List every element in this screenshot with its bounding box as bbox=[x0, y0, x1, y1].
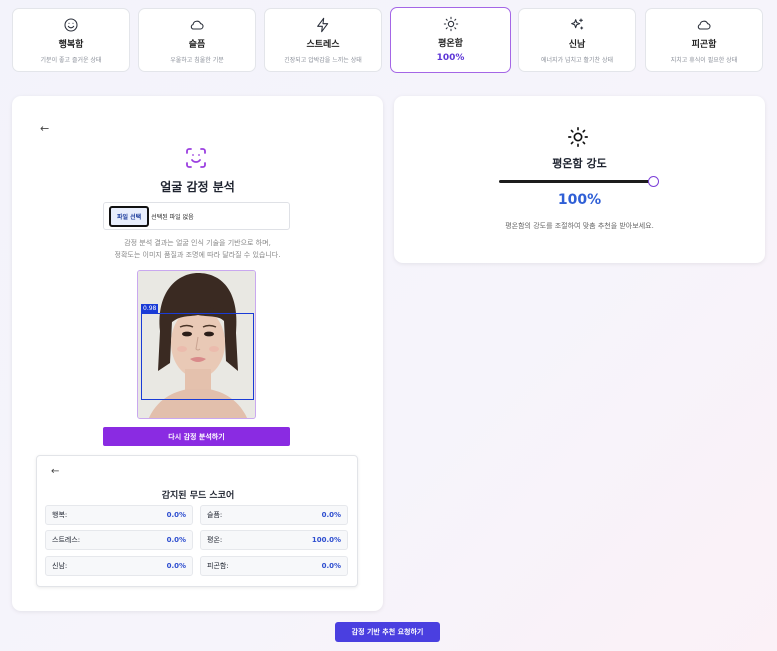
reanalyze-button[interactable]: 다시 감정 분석하기 bbox=[103, 427, 290, 446]
mood-name: 슬픔 bbox=[188, 40, 206, 50]
file-upload-field: 파일 선택 선택된 파일 없음 bbox=[103, 202, 290, 230]
face-detection-box bbox=[141, 313, 254, 400]
face-analysis-panel: ← 얼굴 감정 분석 파일 선택 선택된 파일 없음 감정 분석 결과는 얼굴 … bbox=[12, 96, 383, 611]
analysis-note: 감정 분석 결과는 얼굴 인식 기술을 기반으로 하며, 정확도는 이미지 품질… bbox=[12, 237, 383, 261]
intensity-slider-track[interactable] bbox=[499, 180, 654, 183]
score-label: 행복: bbox=[52, 511, 68, 519]
mood-name: 피곤함 bbox=[691, 40, 717, 50]
mood-card-happy[interactable]: 행복함 기분이 좋고 즐거운 상태 bbox=[12, 8, 130, 72]
confidence-label: 0.98 bbox=[141, 304, 159, 314]
file-status-text: 선택된 파일 없음 bbox=[151, 213, 194, 221]
intensity-value: 100% bbox=[557, 192, 602, 208]
intensity-slider-thumb[interactable] bbox=[648, 176, 659, 187]
mood-card-calm[interactable]: 평온함 100% bbox=[390, 7, 511, 73]
score-value: 0.0% bbox=[166, 511, 186, 519]
intensity-title: 평온함 강도 bbox=[552, 157, 607, 170]
mood-card-tired[interactable]: 피곤함 지치고 휴식이 필요한 상태 bbox=[645, 8, 763, 72]
mood-desc: 지치고 휴식이 필요한 상태 bbox=[670, 57, 738, 64]
score-value: 0.0% bbox=[321, 511, 341, 519]
cloud-icon bbox=[190, 20, 204, 30]
back-arrow-icon[interactable]: ← bbox=[40, 122, 49, 135]
mood-card-stress[interactable]: 스트레스 긴장되고 압박감을 느끼는 상태 bbox=[264, 8, 382, 72]
mood-name: 스트레스 bbox=[306, 40, 340, 50]
mood-desc: 긴장되고 압박감을 느끼는 상태 bbox=[284, 57, 362, 64]
score-label: 평온: bbox=[207, 536, 223, 544]
score-label: 슬픔: bbox=[207, 511, 223, 519]
score-value: 100.0% bbox=[311, 536, 341, 544]
score-cell-sad: 슬픔: 0.0% bbox=[200, 505, 348, 525]
score-value: 0.0% bbox=[321, 562, 341, 570]
mood-name: 신남 bbox=[568, 40, 586, 50]
mood-card-excited[interactable]: 신남 에너지가 넘치고 활기찬 상태 bbox=[518, 8, 636, 72]
analysis-note-line: 정확도는 이미지 품질과 조명에 따라 달라질 수 있습니다. bbox=[114, 251, 281, 259]
mood-card-sad[interactable]: 슬픔 우울하고 침울한 기분 bbox=[138, 8, 256, 72]
file-select-button[interactable]: 파일 선택 bbox=[109, 205, 150, 227]
smile-icon bbox=[64, 18, 78, 32]
mood-selector: 행복함 기분이 좋고 즐거운 상태 슬픔 우울하고 침울한 기분 스트레스 긴장… bbox=[12, 7, 764, 73]
score-value: 0.0% bbox=[166, 562, 186, 570]
score-cell-happy: 행복: 0.0% bbox=[45, 505, 193, 525]
analysis-note-line: 감정 분석 결과는 얼굴 인식 기술을 기반으로 하며, bbox=[124, 239, 271, 247]
mood-percentage: 100% bbox=[436, 53, 465, 63]
mood-name: 평온함 bbox=[438, 39, 463, 49]
score-label: 스트레스: bbox=[52, 536, 81, 544]
face-scan-icon bbox=[184, 146, 208, 170]
request-recommendation-button[interactable]: 감정 기반 추천 요청하기 bbox=[335, 622, 440, 642]
mood-score-title: 감지된 무드 스코어 bbox=[161, 491, 235, 501]
score-cell-calm: 평온: 100.0% bbox=[200, 530, 348, 550]
uploaded-face-photo: 0.98 bbox=[137, 270, 256, 419]
back-arrow-icon[interactable]: ← bbox=[51, 466, 59, 477]
lightning-icon bbox=[317, 17, 329, 33]
score-cell-excited: 신남: 0.0% bbox=[45, 556, 193, 576]
mood-name: 행복함 bbox=[58, 40, 84, 50]
score-label: 피곤함: bbox=[207, 562, 229, 570]
score-value: 0.0% bbox=[166, 536, 186, 544]
sun-icon bbox=[567, 126, 589, 148]
score-cell-stress: 스트레스: 0.0% bbox=[45, 530, 193, 550]
sun-icon bbox=[443, 16, 458, 32]
mood-desc: 기분이 좋고 즐거운 상태 bbox=[40, 57, 102, 64]
intensity-note: 평온함의 강도를 조절하여 맞춤 추천을 받아보세요. bbox=[505, 222, 654, 230]
score-cell-tired: 피곤함: 0.0% bbox=[200, 556, 348, 576]
mood-score-card: ← 감지된 무드 스코어 행복: 0.0% 슬픔: 0.0% 스트레스: 0.0… bbox=[36, 455, 358, 587]
sparkles-icon bbox=[571, 18, 584, 30]
score-label: 신남: bbox=[52, 562, 68, 570]
mood-desc: 에너지가 넘치고 활기찬 상태 bbox=[541, 57, 613, 64]
mood-desc: 우울하고 침울한 기분 bbox=[170, 57, 224, 64]
cloud-icon bbox=[697, 20, 711, 30]
analysis-title: 얼굴 감정 분석 bbox=[160, 180, 235, 194]
intensity-panel: 평온함 강도 100% 평온함의 강도를 조절하여 맞춤 추천을 받아보세요. bbox=[394, 96, 765, 263]
